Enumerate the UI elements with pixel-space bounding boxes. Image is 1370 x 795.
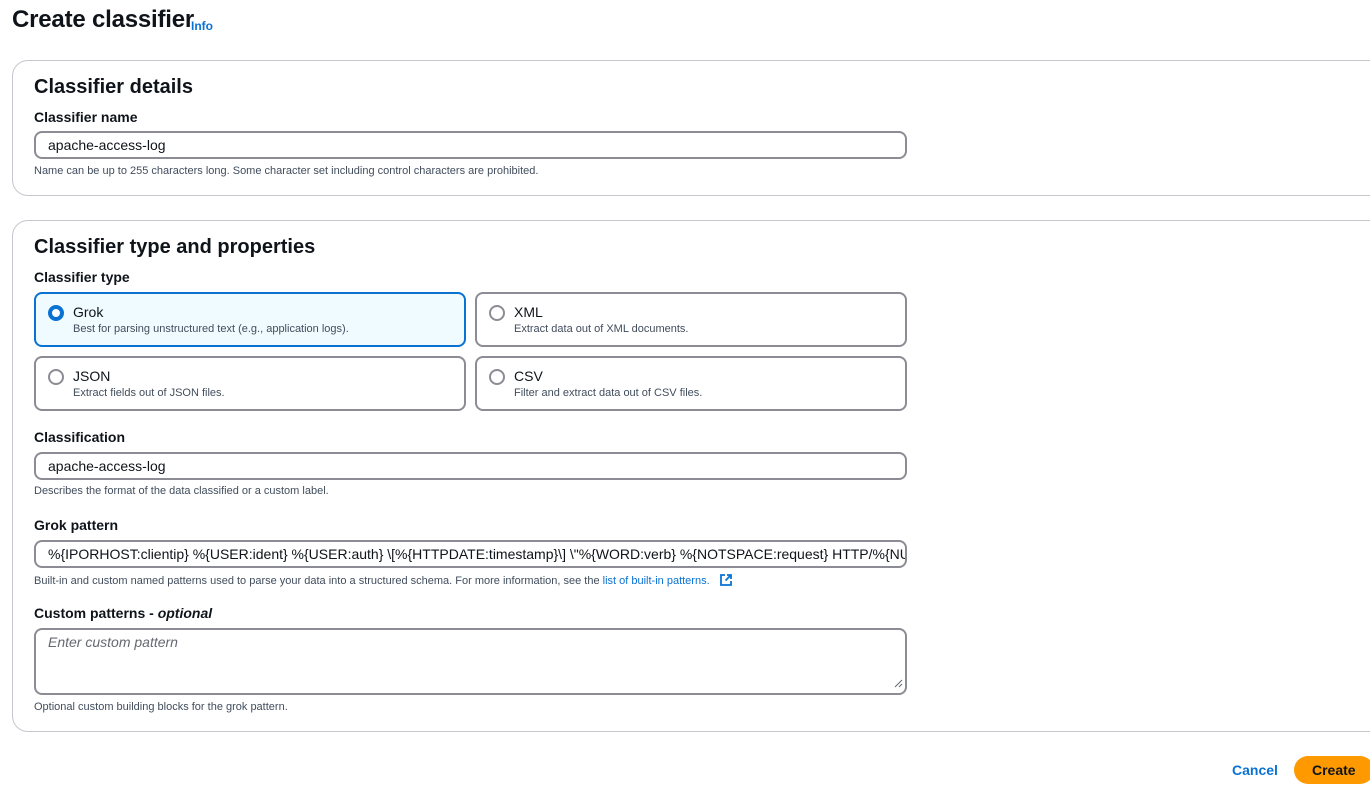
radio-xml[interactable] bbox=[489, 305, 505, 321]
optional-tag: optional bbox=[157, 605, 213, 621]
radio-grok[interactable] bbox=[48, 305, 64, 321]
classification-label: Classification bbox=[34, 429, 126, 445]
type-tile-json[interactable]: JSON Extract fields out of JSON files. bbox=[34, 356, 466, 411]
type-tile-description: Extract fields out of JSON files. bbox=[73, 387, 225, 399]
type-tile-label: JSON bbox=[73, 368, 111, 384]
built-in-patterns-link[interactable]: list of built-in patterns. bbox=[603, 575, 710, 587]
create-button[interactable]: Create bbox=[1294, 756, 1370, 784]
custom-patterns-placeholder: Enter custom pattern bbox=[48, 634, 178, 650]
resize-grip-icon[interactable] bbox=[894, 675, 903, 691]
type-tile-label: XML bbox=[514, 304, 543, 320]
type-tile-description: Best for parsing unstructured text (e.g.… bbox=[73, 323, 349, 335]
external-link-icon[interactable] bbox=[719, 573, 733, 590]
classifier-details-panel: Classifier details Classifier name apach… bbox=[12, 60, 1370, 196]
classifier-name-input[interactable]: apache-access-log bbox=[34, 131, 907, 159]
page-title: Create classifier bbox=[12, 6, 195, 33]
cancel-button[interactable]: Cancel bbox=[1232, 762, 1278, 778]
type-tile-description: Extract data out of XML documents. bbox=[514, 323, 689, 335]
grok-pattern-help: Built-in and custom named patterns used … bbox=[34, 573, 733, 590]
classifier-properties-heading: Classifier type and properties bbox=[34, 236, 316, 258]
type-tile-label: CSV bbox=[514, 368, 543, 384]
type-tile-grok[interactable]: Grok Best for parsing unstructured text … bbox=[34, 292, 466, 347]
grok-help-text: Built-in and custom named patterns used … bbox=[34, 575, 600, 587]
radio-csv[interactable] bbox=[489, 369, 505, 385]
grok-pattern-input[interactable]: %{IPORHOST:clientip} %{USER:ident} %{USE… bbox=[34, 540, 907, 568]
custom-patterns-textarea[interactable]: Enter custom pattern bbox=[34, 628, 907, 695]
classification-help: Describes the format of the data classif… bbox=[34, 485, 329, 497]
custom-patterns-label-text: Custom patterns - bbox=[34, 605, 158, 621]
type-tile-description: Filter and extract data out of CSV files… bbox=[514, 387, 703, 399]
custom-patterns-label: Custom patterns - optional bbox=[34, 605, 212, 621]
classification-input[interactable]: apache-access-log bbox=[34, 452, 907, 480]
grok-pattern-label: Grok pattern bbox=[34, 517, 119, 533]
type-tile-label: Grok bbox=[73, 304, 104, 320]
classifier-properties-panel: Classifier type and properties Classifie… bbox=[12, 220, 1370, 732]
radio-json[interactable] bbox=[48, 369, 64, 385]
custom-patterns-help: Optional custom building blocks for the … bbox=[34, 701, 288, 713]
classifier-details-heading: Classifier details bbox=[34, 76, 193, 98]
type-tile-xml[interactable]: XML Extract data out of XML documents. bbox=[475, 292, 907, 347]
type-tile-csv[interactable]: CSV Filter and extract data out of CSV f… bbox=[475, 356, 907, 411]
classifier-name-help: Name can be up to 255 characters long. S… bbox=[34, 165, 539, 177]
info-link[interactable]: Info bbox=[191, 19, 213, 33]
classifier-type-label: Classifier type bbox=[34, 269, 130, 285]
classifier-name-label: Classifier name bbox=[34, 109, 138, 125]
